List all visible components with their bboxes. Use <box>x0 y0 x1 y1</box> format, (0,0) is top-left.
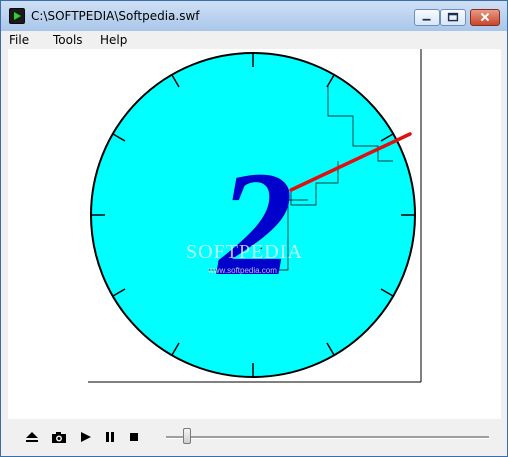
maximize-icon <box>447 12 459 22</box>
minimize-icon <box>422 18 431 21</box>
minimize-button[interactable] <box>414 9 440 26</box>
watermark-url: www.softpedia.com <box>207 266 277 275</box>
menu-bar: File Tools Help <box>1 31 507 49</box>
menu-help[interactable]: Help <box>100 33 127 47</box>
drawn-digit: 2 <box>216 141 293 307</box>
window-title: C:\SOFTPEDIA\Softpedia.swf <box>31 9 200 23</box>
title-bar[interactable]: C:\SOFTPEDIA\Softpedia.swf <box>1 1 507 32</box>
seek-track[interactable] <box>166 436 489 439</box>
app-icon <box>9 8 25 24</box>
clock-movie: . 2 SOFTPEDIA www.softpedia.com <box>8 49 501 419</box>
camera-icon[interactable] <box>50 429 68 445</box>
menu-file[interactable]: File <box>9 33 29 47</box>
close-icon <box>480 12 490 22</box>
close-button[interactable] <box>470 9 500 26</box>
pause-icon[interactable] <box>101 429 119 445</box>
flash-stage[interactable]: . 2 SOFTPEDIA www.softpedia.com <box>8 49 501 419</box>
menu-tools[interactable]: Tools <box>53 33 83 47</box>
stop-icon[interactable] <box>125 429 143 445</box>
player-controls <box>1 419 507 456</box>
watermark: SOFTPEDIA <box>186 241 303 263</box>
maximize-button[interactable] <box>440 9 466 26</box>
play-icon[interactable] <box>77 429 95 445</box>
eject-icon[interactable] <box>23 429 41 445</box>
player-window: C:\SOFTPEDIA\Softpedia.swf File Tools He… <box>0 0 508 457</box>
seek-slider-thumb[interactable] <box>183 428 191 444</box>
